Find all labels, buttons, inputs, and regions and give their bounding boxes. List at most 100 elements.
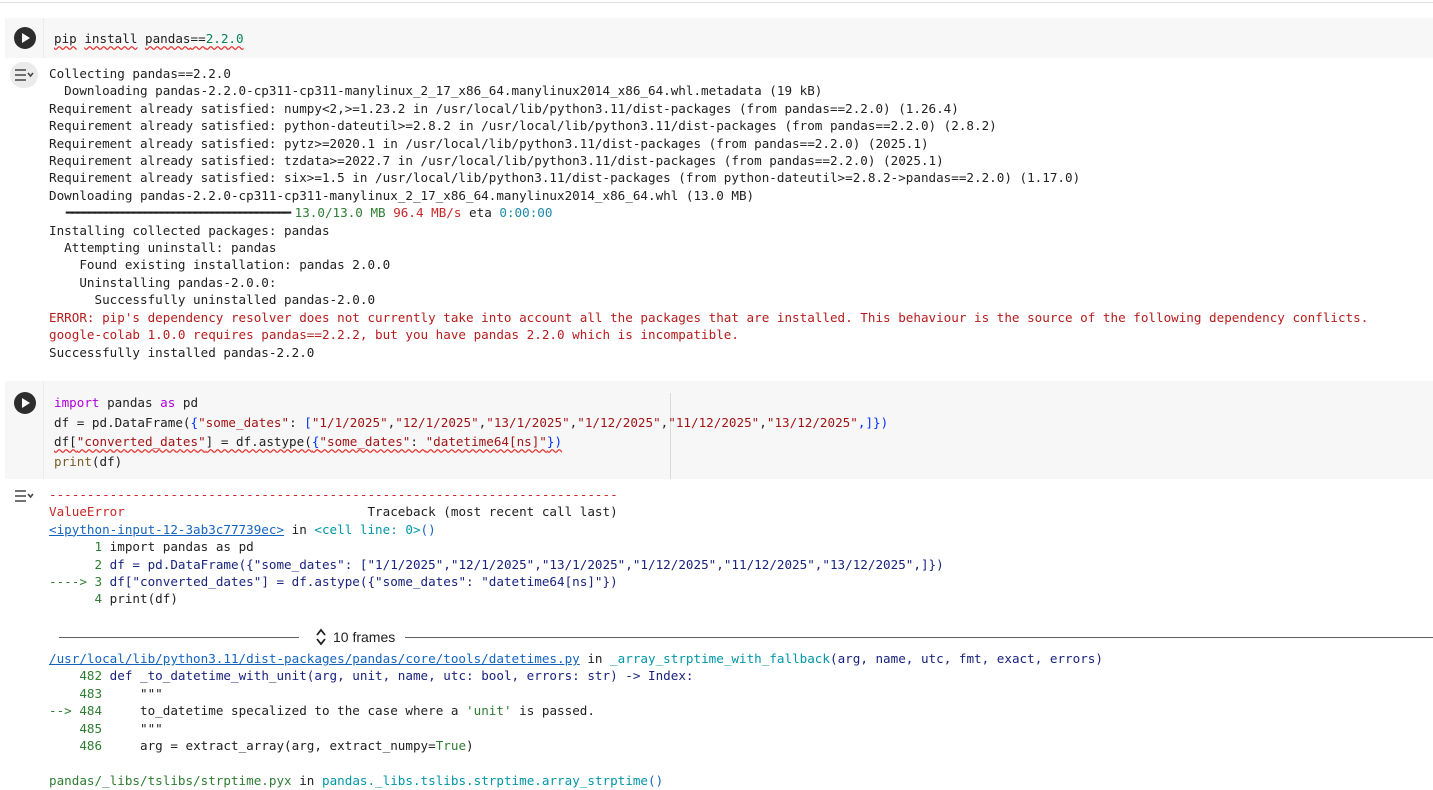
code-token: "12/1/2025" xyxy=(395,414,479,430)
code-token: "13/12/2025" xyxy=(766,414,858,430)
code-cell-1[interactable]: pip install pandas==2.2.0 xyxy=(5,18,1433,58)
gutter-divider xyxy=(43,381,44,479)
code-line: arg = extract_array(arg, extract_numpy= xyxy=(109,738,436,754)
code-line: to_datetime specalized to the case where… xyxy=(109,703,467,719)
output-line: Requirement already satisfied: pytz>=202… xyxy=(49,135,929,151)
unfold-icon xyxy=(316,628,326,646)
code-token: [ xyxy=(304,414,312,430)
traceback-divider: ----------------------------------------… xyxy=(49,487,618,502)
code-token: install xyxy=(84,31,138,46)
code-token: ,] xyxy=(857,414,874,430)
code-token: ] = df.astype( xyxy=(205,434,312,449)
code-token: (df) xyxy=(91,453,123,469)
output-line: Successfully installed pandas-2.2.0 xyxy=(49,344,315,360)
output-line: Requirement already satisfied: python-da… xyxy=(49,118,997,134)
output-line: Successfully uninstalled pandas-2.0.0 xyxy=(49,292,376,308)
code-line: import pandas as pd xyxy=(109,539,254,555)
ipython-input-link[interactable]: <ipython-input-12-3ab3c77739ec> xyxy=(49,522,284,537)
code-line: df["converted_dates"] = df.astype({"some… xyxy=(109,574,618,590)
code-token: "some_dates" xyxy=(198,414,290,430)
code-token: }) xyxy=(546,434,563,449)
code-token: }) xyxy=(873,414,889,430)
gutter-divider xyxy=(43,18,44,58)
code-editor-1[interactable]: pip install pandas==2.2.0 xyxy=(54,29,244,49)
code-line: print(df) xyxy=(109,591,178,607)
code-token: "1/1/2025" xyxy=(311,414,388,430)
error-line: ERROR: pip's dependency resolver does no… xyxy=(49,309,1369,325)
line-number: 483 xyxy=(49,685,110,701)
code-token: print xyxy=(54,453,92,469)
code-token: pandas xyxy=(145,31,191,46)
code-token: { xyxy=(190,414,199,430)
frames-collapse-row: 10 frames xyxy=(59,627,1433,647)
frame-function: _array_strptime_with_fallback xyxy=(610,651,830,666)
traceback-output: ----------------------------------------… xyxy=(49,486,944,608)
output-line: Collecting pandas==2.2.0 xyxy=(49,66,231,81)
output-toggle-icon[interactable] xyxy=(10,483,38,509)
frame-function: pandas._libs.tslibs.strptime.array_strpt… xyxy=(321,772,649,788)
output-line: Found existing installation: pandas 2.0.… xyxy=(49,257,391,273)
in-word: in xyxy=(284,521,315,537)
output-line: Requirement already satisfied: six>=1.5 … xyxy=(49,170,1081,186)
code-token: pip xyxy=(54,31,77,46)
output-line: Downloading pandas-2.2.0-cp311-cp311-man… xyxy=(49,83,823,99)
frames-toggle-button[interactable]: 10 frames xyxy=(315,627,395,647)
code-token: pd xyxy=(175,395,199,410)
download-speed: 96.4 MB/s xyxy=(393,205,462,221)
cell-1-output: Collecting pandas==2.2.0 Downloading pan… xyxy=(49,65,1368,361)
frame-file: pandas/_libs/tslibs/strptime.pyx xyxy=(49,772,292,788)
code-token: "datetime64[ns]" xyxy=(425,434,547,449)
code-token: "1/12/2025" xyxy=(577,414,661,430)
code-token: "13/1/2025" xyxy=(486,414,570,430)
code-token: pandas xyxy=(99,395,161,410)
frames-divider xyxy=(405,637,1433,638)
error-name: ValueError xyxy=(49,504,125,520)
code-string: 'unit' xyxy=(466,703,512,719)
line-number: 486 xyxy=(49,738,110,754)
code-token: import xyxy=(54,395,100,410)
expand-output-icon xyxy=(15,490,34,502)
code-line: def _to_datetime_with_unit(arg, unit, na… xyxy=(109,668,694,684)
traceback-frames: /usr/local/lib/python3.11/dist-packages/… xyxy=(49,651,1103,788)
code-keyword: True xyxy=(435,738,467,754)
top-divider xyxy=(0,2,1433,3)
code-line: ) xyxy=(466,738,474,754)
code-token: as xyxy=(160,395,176,410)
eta-value: 0:00:00 xyxy=(499,205,553,221)
output-line: Downloading pandas-2.2.0-cp311-cp311-man… xyxy=(49,187,755,203)
line-number: 482 xyxy=(49,668,110,684)
error-arrow: ----> 3 xyxy=(49,574,110,590)
output-line: Uninstalling pandas-2.0.0: xyxy=(49,274,277,290)
output-toggle-icon[interactable] xyxy=(10,62,38,88)
frames-divider xyxy=(59,637,299,638)
expand-output-icon xyxy=(15,69,34,81)
code-token: == xyxy=(190,31,206,46)
cell-line: <cell line: 0> xyxy=(314,521,421,537)
line-number: 1 xyxy=(49,539,110,555)
code-line: """ xyxy=(109,720,163,736)
code-line: """ xyxy=(109,685,163,701)
code-token: : xyxy=(410,434,426,449)
run-cell-button[interactable] xyxy=(14,27,36,49)
code-token: "some_dates" xyxy=(319,434,411,449)
code-token: df[ xyxy=(54,434,77,449)
cell-paren: () xyxy=(420,521,436,537)
line-number: 4 xyxy=(49,591,110,607)
output-line: Attempting uninstall: pandas xyxy=(49,240,277,256)
code-line: df = pd.DataFrame({"some_dates": ["1/1/2… xyxy=(109,556,944,572)
eta-label: eta xyxy=(461,205,500,221)
code-editor-2[interactable]: import pandas as pd df = pd.DataFrame({"… xyxy=(54,393,888,471)
run-cell-button[interactable] xyxy=(14,392,36,414)
code-token: df = pd.DataFrame( xyxy=(54,414,191,430)
frame-file-link[interactable]: /usr/local/lib/python3.11/dist-packages/… xyxy=(49,651,580,666)
output-line: Requirement already satisfied: tzdata>=2… xyxy=(49,153,944,169)
frames-label: 10 frames xyxy=(333,629,396,645)
error-line: google-colab 1.0.0 requires pandas==2.2.… xyxy=(49,327,739,343)
download-size: 13.0/13.0 MB xyxy=(294,205,386,221)
code-token: "11/12/2025" xyxy=(668,414,760,430)
line-number: 485 xyxy=(49,720,110,736)
output-line: Installing collected packages: pandas xyxy=(49,222,330,238)
traceback-header: Traceback (most recent call last) xyxy=(124,504,618,520)
code-cell-2[interactable]: import pandas as pd df = pd.DataFrame({"… xyxy=(5,381,1433,479)
error-arrow: --> 484 xyxy=(49,703,110,719)
